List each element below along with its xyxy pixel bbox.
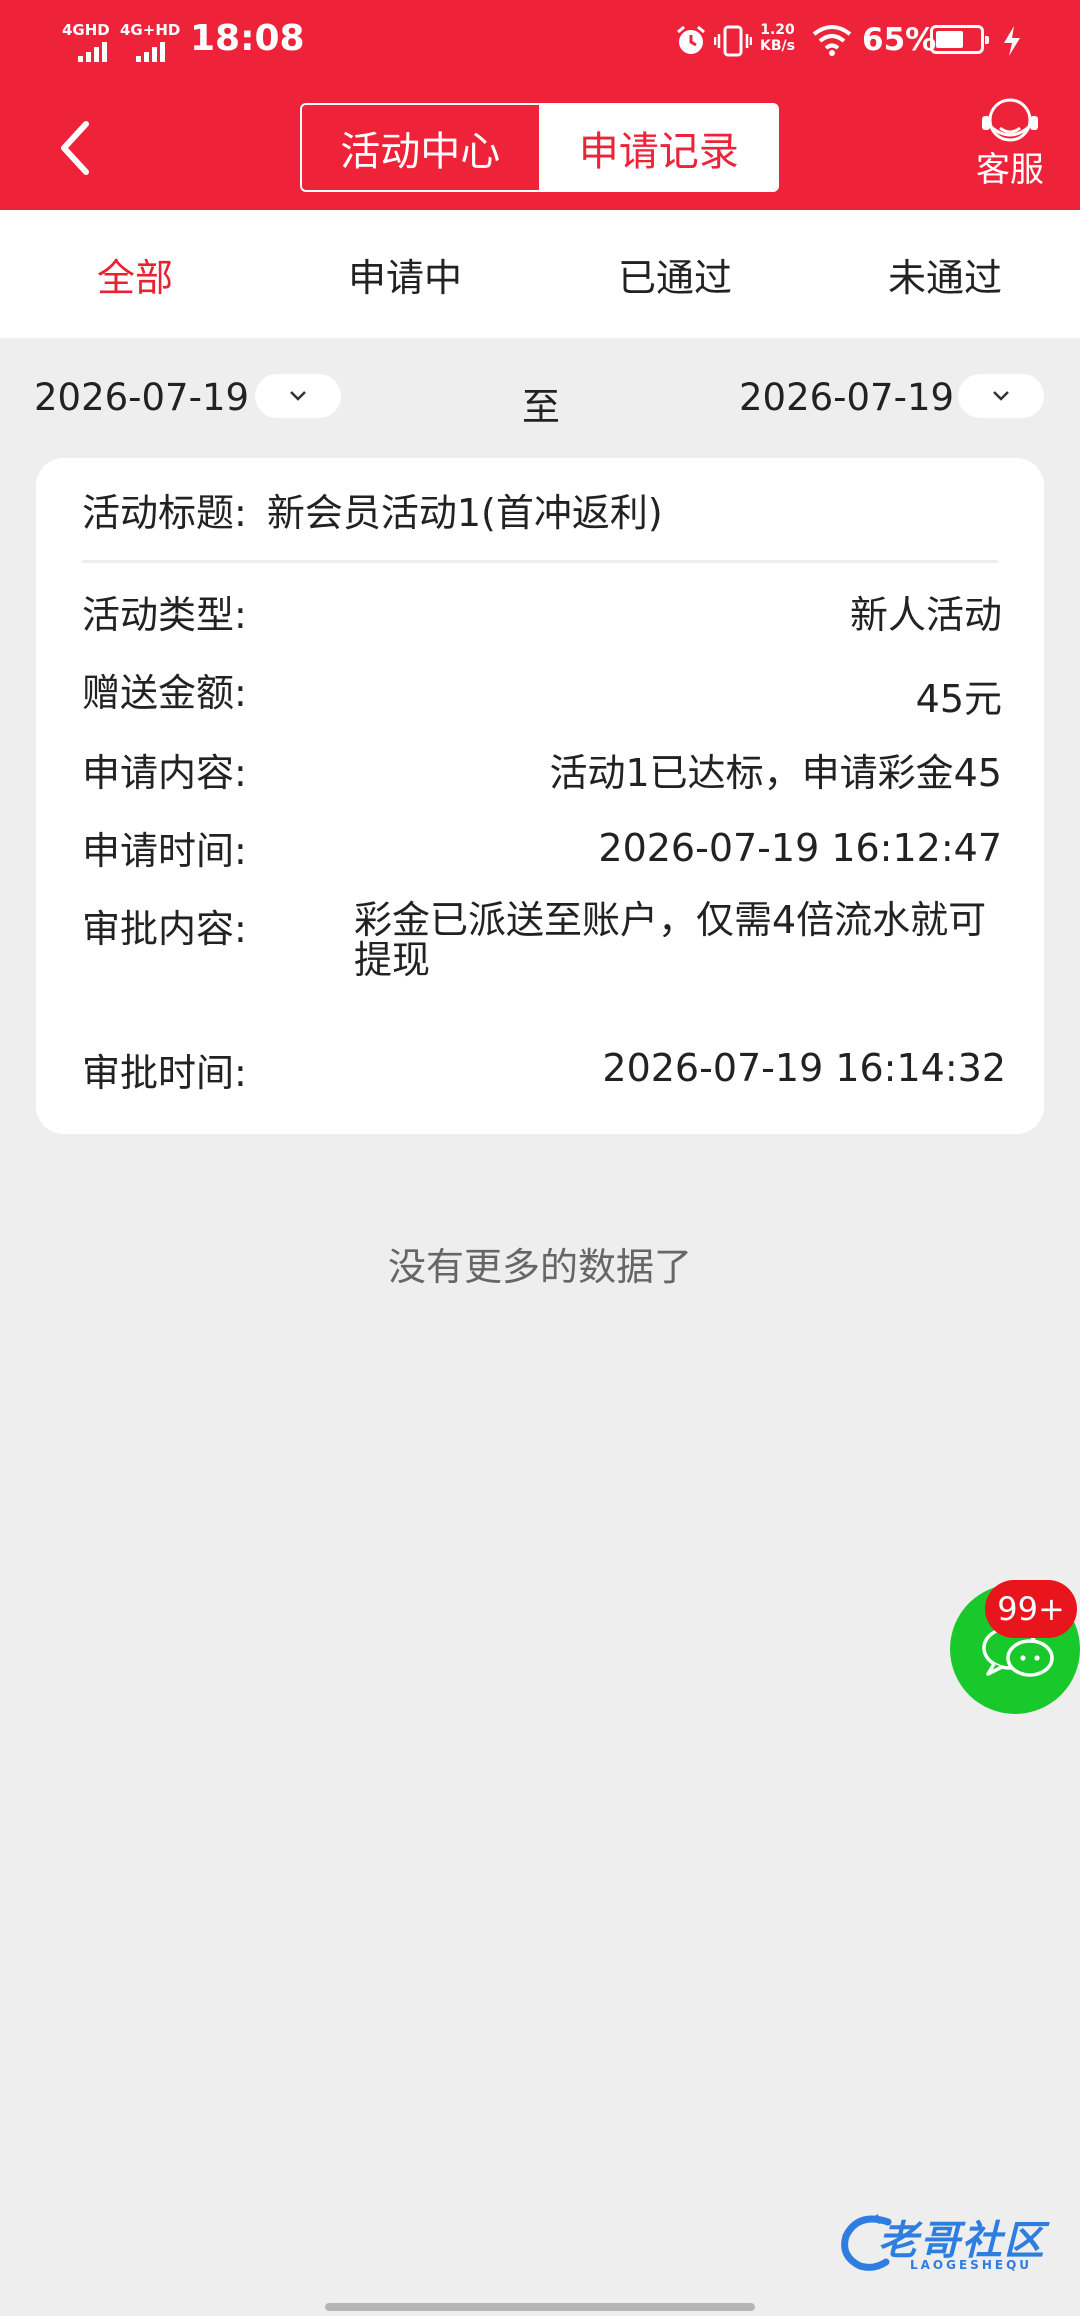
row-value: 活动1已达标，申请彩金45 bbox=[549, 751, 1002, 795]
tab-approved[interactable]: 已通过 bbox=[540, 210, 810, 338]
status-time: 18:08 bbox=[190, 18, 305, 59]
chat-unread-badge: 99+ bbox=[985, 1580, 1077, 1638]
back-button[interactable] bbox=[56, 118, 96, 178]
home-indicator[interactable] bbox=[325, 2303, 755, 2311]
row-label: 活动类型: bbox=[82, 593, 247, 637]
app-header: 4GHD 4G+HD 18:08 1.20 KB/s 65% 活动中心 申请记录… bbox=[0, 0, 1080, 210]
charging-icon bbox=[1004, 26, 1020, 56]
segment-application-records[interactable]: 申请记录 bbox=[540, 105, 777, 190]
sim2-label: 4G+HD bbox=[120, 21, 181, 39]
tab-rejected[interactable]: 未通过 bbox=[810, 210, 1080, 338]
application-record-card: 活动标题: 新会员活动1(首冲返利) 活动类型: 新人活动 赠送金额: 45元 申… bbox=[36, 458, 1044, 1134]
end-date-dropdown[interactable] bbox=[958, 374, 1044, 418]
network-speed: 1.20 KB/s bbox=[760, 22, 795, 54]
record-title-label: 活动标题: bbox=[82, 491, 247, 535]
wifi-icon bbox=[812, 25, 852, 56]
chevron-down-icon bbox=[290, 391, 306, 401]
no-more-data-text: 没有更多的数据了 bbox=[387, 1245, 692, 1289]
customer-service-label: 客服 bbox=[976, 150, 1044, 190]
chevron-down-icon bbox=[993, 391, 1009, 401]
row-value: 2026-07-19 16:12:47 bbox=[598, 826, 1002, 870]
watermark-subtext: LAOGESHEQU bbox=[910, 2258, 1033, 2272]
row-label: 申请时间: bbox=[82, 829, 247, 873]
row-value: 新人活动 bbox=[849, 593, 1002, 637]
battery-percent: 65% bbox=[862, 22, 937, 58]
row-label: 审批内容: bbox=[82, 907, 247, 951]
divider bbox=[82, 560, 998, 563]
record-title-value: 新会员活动1(首冲返利) bbox=[266, 491, 663, 535]
status-bar: 4GHD 4G+HD 18:08 1.20 KB/s 65% bbox=[0, 0, 1080, 84]
vibrate-icon bbox=[714, 25, 752, 57]
row-value: 2026-07-19 16:14:32 bbox=[602, 1046, 1006, 1090]
date-separator: 至 bbox=[522, 385, 561, 429]
tab-all[interactable]: 全部 bbox=[0, 210, 270, 338]
end-date[interactable]: 2026-07-19 bbox=[739, 376, 954, 419]
tab-pending[interactable]: 申请中 bbox=[270, 210, 540, 338]
segment-switch: 活动中心 申请记录 bbox=[300, 103, 779, 192]
customer-service-button[interactable]: 客服 bbox=[960, 96, 1060, 196]
row-label: 赠送金额: bbox=[82, 671, 247, 715]
date-range-filter: 2026-07-19 至 2026-07-19 bbox=[0, 338, 1080, 458]
record-title: 活动标题: 新会员活动1(首冲返利) bbox=[82, 482, 663, 537]
row-value: 45元 bbox=[915, 677, 1002, 721]
battery-icon bbox=[930, 25, 989, 54]
alarm-icon bbox=[677, 25, 705, 54]
row-value: 彩金已派送至账户，仅需4倍流水就可提现 bbox=[354, 898, 987, 982]
sim1-label: 4GHD bbox=[62, 21, 110, 39]
watermark-logo: 老哥社区 LAOGESHEQU bbox=[838, 2208, 1068, 2280]
headset-icon bbox=[982, 98, 1038, 142]
start-date[interactable]: 2026-07-19 bbox=[34, 376, 249, 419]
segment-activity-center[interactable]: 活动中心 bbox=[302, 105, 541, 190]
row-label: 审批时间: bbox=[82, 1051, 247, 1095]
status-filter-tabs: 全部 申请中 已通过 未通过 bbox=[0, 210, 1080, 338]
row-label: 申请内容: bbox=[82, 751, 247, 795]
start-date-dropdown[interactable] bbox=[255, 374, 341, 418]
